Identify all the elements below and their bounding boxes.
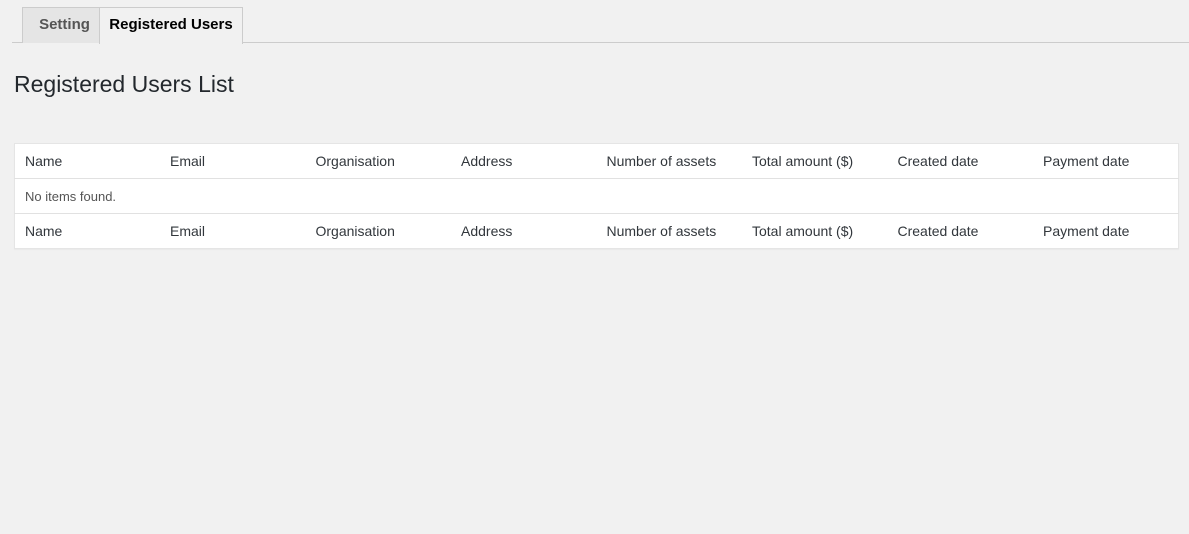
tab-bar: Setting Registered Users [12, 0, 1189, 44]
column-footer-address: Address [451, 213, 597, 249]
column-footer-payment-date: Payment date [1033, 213, 1179, 249]
no-items-message: No items found. [25, 188, 117, 204]
column-footer-email: Email [160, 213, 306, 249]
column-header-name: Name [14, 143, 160, 179]
tab-setting[interactable]: Setting [22, 7, 107, 43]
page-title: Registered Users List [14, 71, 234, 97]
column-header-address: Address [451, 143, 597, 179]
column-footer-organisation: Organisation [305, 213, 451, 249]
table-header-row: Name Email Organisation Address Number o… [14, 143, 1179, 179]
column-header-number-of-assets: Number of assets [596, 143, 742, 179]
empty-row: No items found. [15, 179, 1179, 214]
column-footer-created-date: Created date [887, 213, 1033, 249]
registered-users-table: Name Email Organisation Address Number o… [14, 143, 1179, 249]
table-footer-row: Name Email Organisation Address Number o… [14, 213, 1179, 249]
column-footer-name: Name [14, 213, 160, 249]
column-header-total-amount: Total amount ($) [742, 143, 888, 179]
column-header-created-date: Created date [887, 143, 1033, 179]
column-footer-total-amount: Total amount ($) [742, 213, 888, 249]
column-header-organisation: Organisation [305, 143, 451, 179]
column-footer-number-of-assets: Number of assets [596, 213, 742, 249]
column-header-payment-date: Payment date [1033, 143, 1179, 179]
column-header-email: Email [160, 143, 306, 179]
tab-registered-users[interactable]: Registered Users [99, 7, 243, 44]
